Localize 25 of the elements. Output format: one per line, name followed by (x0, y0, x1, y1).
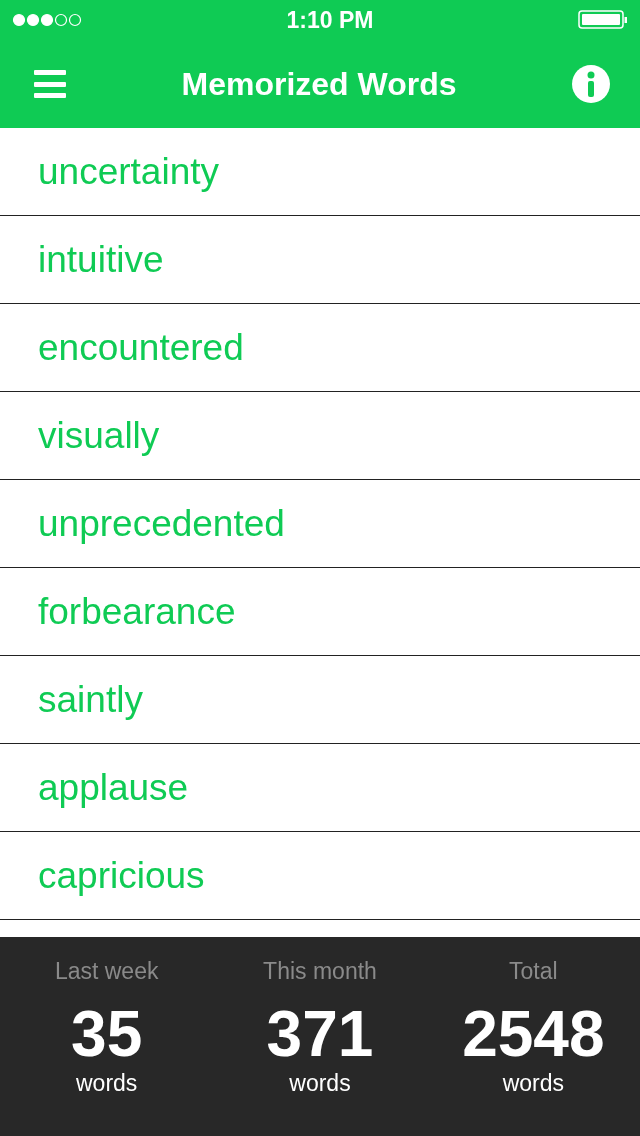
word-row[interactable]: capricious (0, 832, 640, 920)
word-row[interactable]: uncertainty (0, 128, 640, 216)
stat-value: 371 (266, 999, 374, 1069)
word-row[interactable]: saintly (0, 656, 640, 744)
stat-unit: words (76, 1069, 138, 1097)
stat-value: 35 (71, 999, 143, 1069)
word-row[interactable]: forbearance (0, 568, 640, 656)
stat-label: Total (509, 957, 558, 985)
word-row[interactable]: applause (0, 744, 640, 832)
word-row[interactable]: intuitive (0, 216, 640, 304)
stat-label: Last week (54, 957, 159, 985)
info-icon (586, 71, 596, 97)
stat-unit: words (289, 1069, 351, 1097)
word-row[interactable]: visually (0, 392, 640, 480)
screen-title: Memorized Words (181, 65, 457, 104)
stat-value: 2548 (462, 999, 605, 1069)
word-row[interactable]: encountered (0, 304, 640, 392)
status-time: 1:10 PM (286, 5, 374, 35)
info-button[interactable] (572, 65, 610, 103)
stat-unit: words (502, 1069, 564, 1097)
signal-icon (12, 13, 82, 27)
battery-icon (578, 9, 628, 31)
stat-label: This month (263, 957, 377, 985)
menu-button[interactable] (34, 68, 66, 100)
word-row[interactable]: unprecedented (0, 480, 640, 568)
